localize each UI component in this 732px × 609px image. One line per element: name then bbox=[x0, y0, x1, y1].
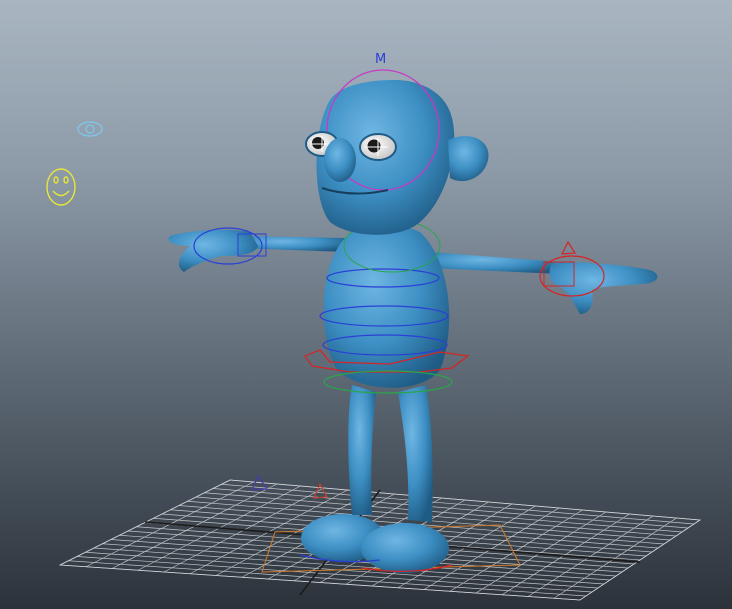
left-hand bbox=[168, 229, 258, 272]
eye-visibility-control-icon[interactable] bbox=[77, 121, 103, 137]
right-hand bbox=[549, 262, 658, 314]
pole-vector-triangle-right-icon[interactable] bbox=[313, 482, 328, 499]
grid-line bbox=[579, 519, 701, 601]
right-elbow-triangle-icon[interactable] bbox=[560, 240, 577, 255]
head-label: M bbox=[375, 52, 386, 67]
grid-line bbox=[553, 517, 677, 599]
grid-line bbox=[501, 513, 630, 596]
right-leg bbox=[398, 385, 433, 522]
ear bbox=[448, 136, 489, 182]
nose bbox=[324, 138, 356, 182]
face-smiley-control-icon[interactable] bbox=[46, 168, 76, 206]
grid-line bbox=[527, 515, 654, 597]
right-eye bbox=[359, 133, 397, 161]
right-foot bbox=[361, 523, 449, 573]
maya-3d-viewport[interactable]: M bbox=[0, 0, 732, 609]
viewport-scene[interactable]: M bbox=[0, 0, 732, 609]
left-leg bbox=[348, 385, 376, 515]
